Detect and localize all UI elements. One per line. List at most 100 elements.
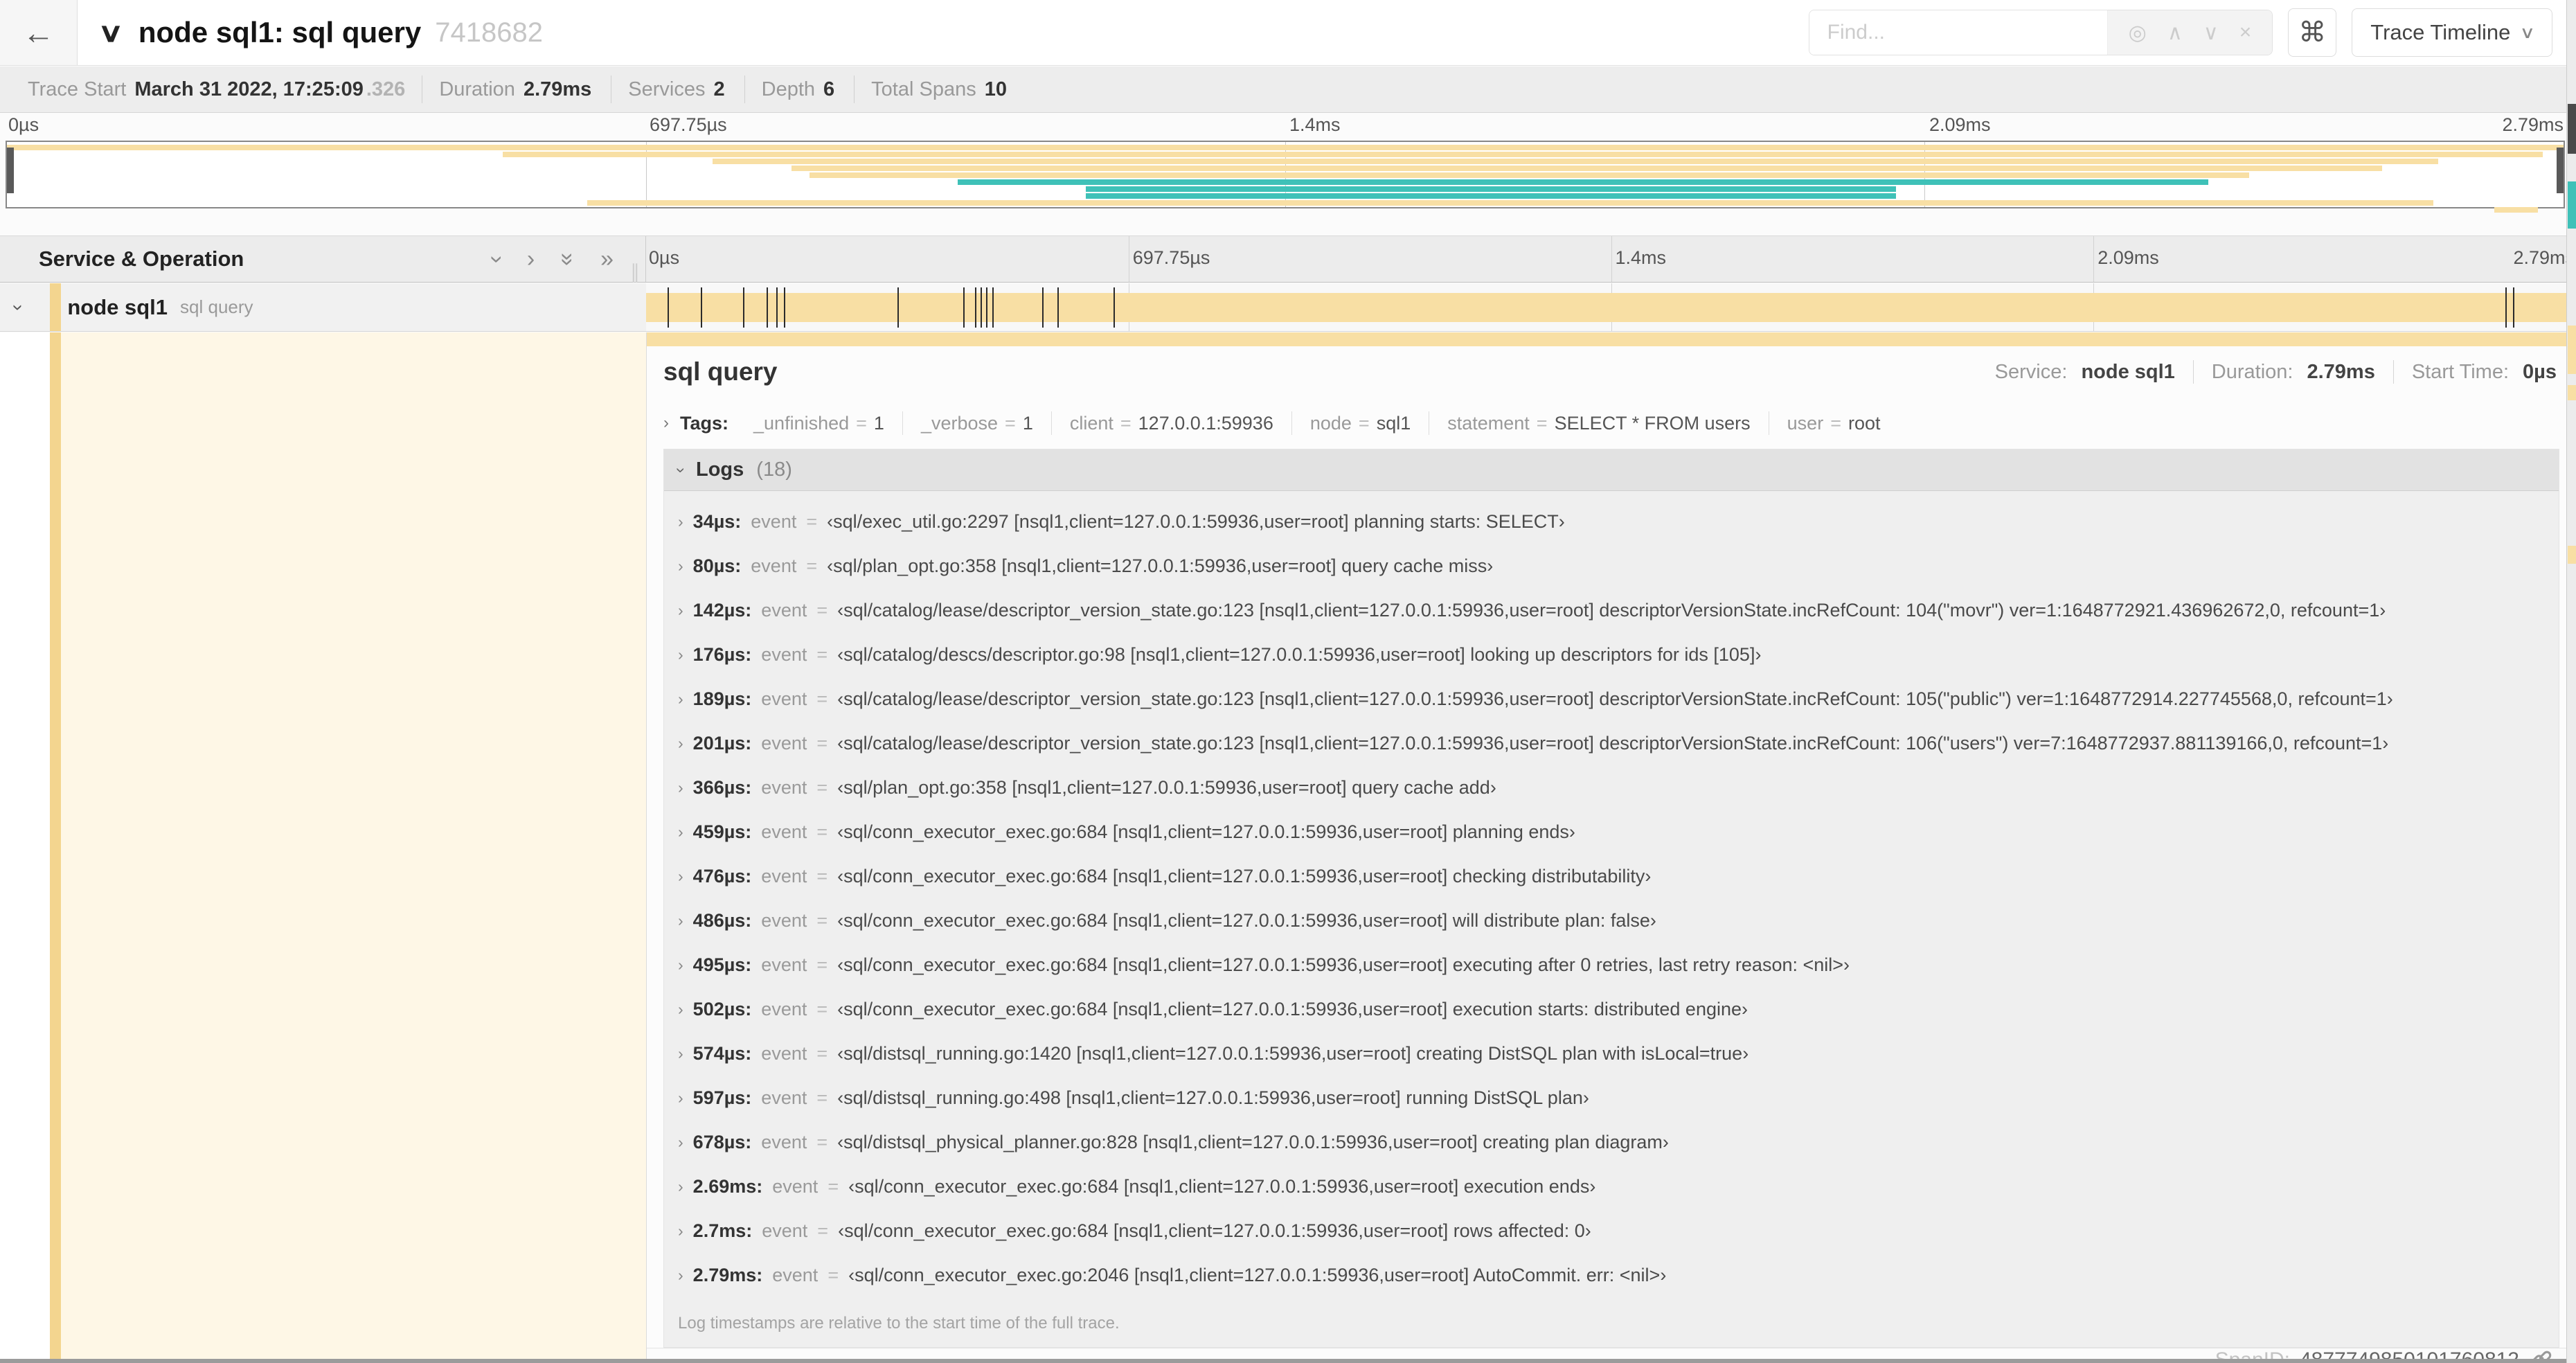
prev-match-icon[interactable]: ∧ [2167,21,2183,45]
expand-one-icon[interactable]: › [527,246,535,273]
page-title: node sql1: sql query [138,16,422,48]
log-expand-caret-icon[interactable]: › [678,645,683,664]
vertical-scrollbar[interactable] [2566,0,2576,1363]
log-equals: = [816,643,828,665]
log-timestamp: 366µs: [692,776,752,798]
log-marker-tick [2505,287,2507,328]
log-expand-caret-icon[interactable]: › [678,734,683,753]
service-label: Service: [1994,360,2068,383]
log-entry-row[interactable]: › 2.79ms: event = ‹sql/conn_executor_exe… [664,1253,2559,1297]
log-equals: = [816,1042,828,1064]
span-operation-name: sql query [180,296,253,317]
log-expand-caret-icon[interactable]: › [678,557,683,576]
log-marker-tick [783,287,785,328]
minimap-right-scrubber[interactable] [2557,148,2564,193]
expand-collapse-controls: › › » » [484,246,646,273]
keyboard-shortcuts-button[interactable]: ⌘ [2288,8,2337,57]
trace-collapse-chevron-icon[interactable]: ∨ [98,17,124,48]
log-entry-row[interactable]: › 366µs: event = ‹sql/plan_opt.go:358 [n… [664,765,2559,810]
collapse-deep-icon[interactable]: » [554,253,581,266]
log-expand-caret-icon[interactable]: › [678,1266,683,1285]
meta-divider [2192,360,2194,384]
log-expand-caret-icon[interactable]: › [678,1177,683,1196]
back-arrow-icon: ← [22,15,55,51]
minimap-span-bar [791,166,2382,171]
tag-key: user [1787,412,1824,434]
span-row[interactable]: › node sql1 sql query [0,283,2576,332]
log-entry-row[interactable]: › 486µs: event = ‹sql/conn_executor_exec… [664,898,2559,943]
next-match-icon[interactable]: ∨ [2203,21,2219,45]
log-marker-tick [897,287,900,328]
log-expand-caret-icon[interactable]: › [678,823,683,841]
tags-expand-caret-icon[interactable]: › [663,413,669,433]
collapse-all-icon[interactable]: › [483,255,510,262]
ruler-tick-label: 2.79ms [2502,114,2564,135]
span-row-timeline-cell[interactable] [646,283,2576,331]
log-entry-row[interactable]: › 80µs: event = ‹sql/plan_opt.go:358 [ns… [664,544,2559,588]
log-entry-row[interactable]: › 574µs: event = ‹sql/distsql_running.go… [664,1031,2559,1076]
log-entry-row[interactable]: › 476µs: event = ‹sql/conn_executor_exec… [664,854,2559,898]
log-expand-caret-icon[interactable]: › [678,513,683,531]
log-entries: › 34µs: event = ‹sql/exec_util.go:2297 [… [664,491,2559,1297]
tags-list: _unfinished = 1 _verbose = 1 client = 12… [735,411,1898,435]
span-expand-caret-icon[interactable]: › [8,304,30,310]
logs-collapse-caret-icon[interactable]: › [671,467,690,473]
column-resize-grip[interactable]: ∥ [630,260,640,283]
log-expand-caret-icon[interactable]: › [678,778,683,797]
log-field-key: event [761,865,807,887]
log-expand-caret-icon[interactable]: › [678,1000,683,1019]
log-entry-row[interactable]: › 2.7ms: event = ‹sql/conn_executor_exec… [664,1209,2559,1253]
log-entry-row[interactable]: › 142µs: event = ‹sql/catalog/lease/desc… [664,588,2559,632]
view-dropdown-button[interactable]: Trace Timeline ∨ [2352,8,2552,57]
log-equals: = [806,555,818,576]
log-expand-caret-icon[interactable]: › [678,1133,683,1152]
log-expand-caret-icon[interactable]: › [678,1089,683,1107]
minimap-span-bar [1086,193,1897,199]
log-field-key: event [761,732,807,754]
log-timestamp: 201µs: [692,732,752,754]
tag-value: root [1848,412,1881,434]
span-row-name-cell[interactable]: › node sql1 sql query [0,283,646,331]
span-detail-title: sql query [663,357,778,386]
log-timestamp: 459µs: [692,821,752,842]
log-entry-row[interactable]: › 2.69ms: event = ‹sql/conn_executor_exe… [664,1164,2559,1209]
log-entry-row[interactable]: › 678µs: event = ‹sql/distsql_physical_p… [664,1120,2559,1164]
log-entry-row[interactable]: › 201µs: event = ‹sql/catalog/lease/desc… [664,721,2559,765]
tag-equals: = [1536,412,1548,434]
log-field-value: ‹sql/catalog/descs/descriptor.go:98 [nsq… [837,643,1762,665]
log-expand-caret-icon[interactable]: › [678,601,683,620]
log-marker-tick [668,287,670,328]
log-entry-row[interactable]: › 502µs: event = ‹sql/conn_executor_exec… [664,987,2559,1031]
log-field-key: event [751,510,797,532]
log-expand-caret-icon[interactable]: › [678,956,683,974]
log-expand-caret-icon[interactable]: › [678,911,683,930]
log-expand-caret-icon[interactable]: › [678,690,683,709]
log-marker-tick [776,287,778,328]
log-timestamp: 34µs: [692,510,742,532]
log-expand-caret-icon[interactable]: › [678,1222,683,1240]
minimap-left-scrubber[interactable] [7,148,14,193]
span-duration-bar[interactable] [646,293,2576,322]
ruler-tick-label: 2.09ms [1929,114,1991,135]
expand-deep-icon[interactable]: » [600,246,614,273]
log-entry-row[interactable]: › 189µs: event = ‹sql/catalog/lease/desc… [664,677,2559,721]
log-entry-row[interactable]: › 176µs: event = ‹sql/catalog/descs/desc… [664,632,2559,677]
log-expand-caret-icon[interactable]: › [678,1044,683,1063]
log-entry-row[interactable]: › 495µs: event = ‹sql/conn_executor_exec… [664,943,2559,987]
clear-find-icon[interactable]: × [2239,21,2252,44]
back-button[interactable]: ← [0,0,78,65]
log-field-value: ‹sql/conn_executor_exec.go:2046 [nsql1,c… [848,1264,1667,1285]
log-equals: = [816,865,828,887]
find-actions: ◎ ∧ ∨ × [2107,10,2273,55]
focus-match-icon[interactable]: ◎ [2129,21,2147,45]
logs-header[interactable]: › Logs (18) [664,449,2559,491]
log-equals: = [816,1087,828,1108]
log-entry-row[interactable]: › 459µs: event = ‹sql/conn_executor_exec… [664,810,2559,854]
log-entry-row[interactable]: › 597µs: event = ‹sql/distsql_running.go… [664,1076,2559,1120]
find-input[interactable] [1809,10,2107,55]
tags-label[interactable]: Tags: [680,413,728,434]
log-field-value: ‹sql/distsql_running.go:498 [nsql1,clien… [837,1087,1589,1108]
log-entry-row[interactable]: › 34µs: event = ‹sql/exec_util.go:2297 [… [664,499,2559,544]
log-expand-caret-icon[interactable]: › [678,867,683,886]
trace-minimap[interactable] [6,141,2565,213]
